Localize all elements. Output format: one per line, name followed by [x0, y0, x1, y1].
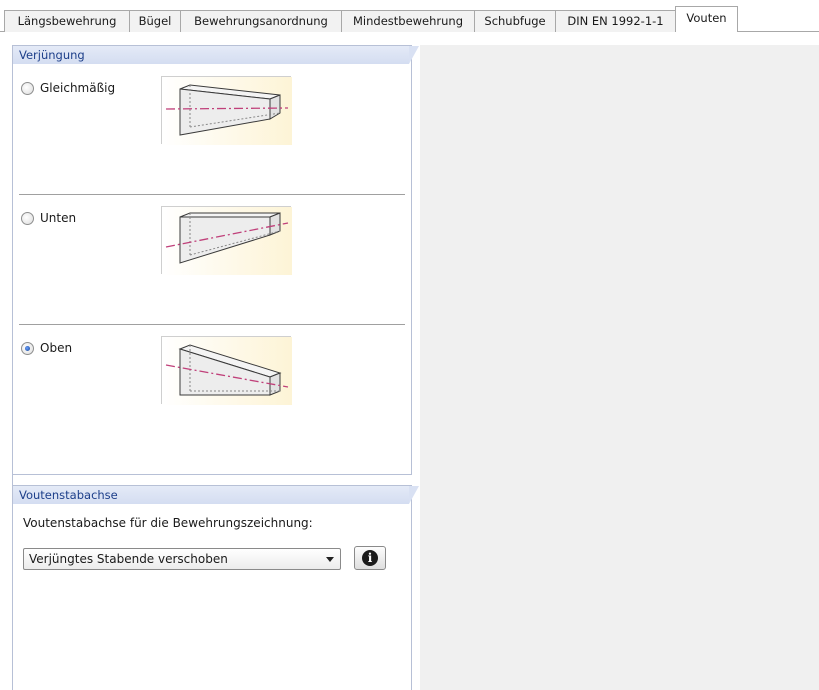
tab-din-en-1992-1-1[interactable]: DIN EN 1992-1-1: [555, 10, 676, 32]
tab-bewehrungsanordnung[interactable]: Bewehrungsanordnung: [180, 10, 342, 32]
option-separator: [19, 324, 405, 325]
verjuengung-group-title: Verjüngung: [13, 46, 419, 64]
tab-laengsbewehrung[interactable]: Längsbewehrung: [4, 10, 130, 32]
option-label-gleichmaessig[interactable]: Gleichmäßig: [40, 81, 115, 95]
option-separator: [19, 194, 405, 195]
option-oben[interactable]: Oben: [13, 331, 411, 441]
info-button[interactable]: i: [354, 546, 386, 570]
tab-schubfuge[interactable]: Schubfuge: [474, 10, 556, 32]
tab-mindestbewehrung[interactable]: Mindestbewehrung: [341, 10, 475, 32]
haunch-uniform-taper-image: [161, 76, 292, 145]
option-label-oben[interactable]: Oben: [40, 341, 72, 355]
voutenstabachse-field-label: Voutenstabachse für die Bewehrungszeichn…: [23, 516, 313, 530]
radio-gleichmaessig[interactable]: [21, 82, 34, 95]
haunch-bottom-taper-image: [161, 206, 292, 275]
option-unten[interactable]: Unten: [13, 201, 411, 311]
voutenstabachse-dropdown-value: Verjüngtes Stabende verschoben: [29, 552, 228, 566]
option-gleichmaessig[interactable]: Gleichmäßig: [13, 71, 411, 181]
voutenstabachse-group-title: Voutenstabachse: [13, 486, 419, 504]
verjuengung-group: Verjüngung Gleichmäßig Unten Oben: [12, 45, 419, 475]
radio-unten[interactable]: [21, 212, 34, 225]
tab-vouten[interactable]: Vouten: [675, 6, 738, 33]
tab-buegel[interactable]: Bügel: [129, 10, 181, 32]
tab-bar: Längsbewehrung Bügel Bewehrungsanordnung…: [0, 0, 819, 33]
settings-pane: Verjüngung Gleichmäßig Unten Oben Vouten…: [12, 45, 419, 690]
haunch-top-taper-image: [161, 336, 292, 405]
option-label-unten[interactable]: Unten: [40, 211, 76, 225]
preview-pane: [420, 45, 819, 690]
radio-oben[interactable]: [21, 342, 34, 355]
info-icon: i: [362, 550, 378, 566]
voutenstabachse-group: Voutenstabachse Voutenstabachse für die …: [12, 485, 419, 690]
chevron-down-icon[interactable]: [326, 557, 334, 562]
voutenstabachse-dropdown[interactable]: Verjüngtes Stabende verschoben: [23, 548, 341, 570]
